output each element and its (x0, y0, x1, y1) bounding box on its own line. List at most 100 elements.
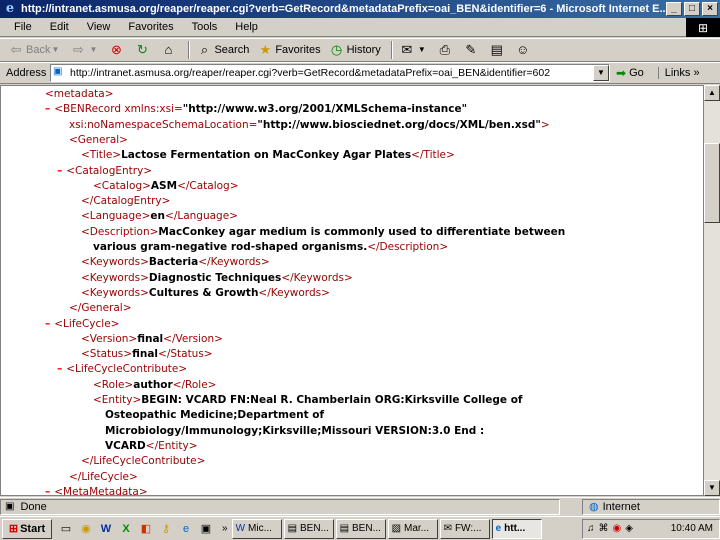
back-button[interactable]: ⇦ Back ▼ (8, 42, 62, 58)
xml-markup: <LifeCycle> (54, 317, 120, 330)
task-word[interactable]: W Mic... (231, 518, 282, 539)
messenger-button[interactable]: ☺ (515, 42, 533, 58)
menu-file[interactable]: File (14, 21, 32, 33)
title-bar: e http://intranet.asmusa.org/reaper/reap… (0, 0, 720, 18)
xml-value: final (132, 348, 159, 361)
close-button[interactable]: × (702, 2, 718, 16)
task-ben-2[interactable]: ▤ BEN... (335, 518, 386, 539)
desktop-icon[interactable]: ▭ (58, 521, 74, 537)
powerpoint-icon[interactable]: ◧ (138, 521, 154, 537)
internet-globe-icon: ◍ (589, 501, 599, 513)
xml-markup: </Version> (163, 332, 223, 345)
address-text[interactable]: http://intranet.asmusa.org/reaper/reaper… (70, 67, 593, 79)
excel-icon[interactable]: X (118, 521, 134, 537)
search-button[interactable]: ⌕ Search (196, 42, 250, 58)
xml-line: VCARD</Entity> (105, 439, 198, 454)
collapse-toggle[interactable]: – (45, 103, 50, 115)
discuss-icon: ▤ (490, 42, 503, 57)
discuss-button[interactable]: ▤ (489, 42, 507, 58)
menu-favorites[interactable]: Favorites (128, 21, 173, 33)
go-button[interactable]: ➡ Go (616, 66, 644, 80)
network-icon[interactable]: ⌘ (599, 523, 609, 534)
xml-line: </LifeCycle> (69, 470, 138, 485)
scroll-thumb[interactable] (704, 143, 720, 223)
scroll-down-button[interactable]: ▼ (704, 480, 720, 496)
xml-value: author (133, 378, 173, 391)
address-dropdown-button[interactable]: ▼ (593, 65, 609, 81)
xml-markup: <BENRecord (54, 103, 125, 116)
xml-markup: <Status> (81, 348, 133, 361)
minimize-button[interactable]: _ (666, 2, 682, 16)
xml-markup: <MetaMetadata> (54, 485, 148, 496)
task-ben-1[interactable]: ▤ BEN... (283, 518, 334, 539)
xml-document-view[interactable]: <metadata> – <BENRecord xmlns:xsi="http://… (0, 85, 704, 496)
refresh-button[interactable]: ↻ (134, 42, 152, 58)
xml-line: <Keywords>Diagnostic Techniques</Keyword… (81, 271, 353, 286)
page-done-icon: ▣ (5, 501, 15, 512)
word-icon[interactable]: W (98, 521, 114, 537)
xml-markup: </General> (69, 302, 132, 315)
status-message: ▣ Done (0, 498, 560, 515)
word-task-icon: W (235, 523, 246, 534)
antivirus-icon[interactable]: ◉ (613, 523, 622, 534)
home-button[interactable]: ⌂ (160, 42, 178, 58)
refresh-icon: ↻ (137, 42, 148, 57)
menu-help[interactable]: Help (235, 21, 258, 33)
task-mar[interactable]: ▧ Mar... (387, 518, 438, 539)
speaker-icon[interactable]: ♫ (587, 523, 595, 534)
mail-button[interactable]: ✉ ▼ (399, 42, 429, 58)
collapse-toggle[interactable]: – (45, 318, 50, 330)
edit-button[interactable]: ✎ (463, 42, 481, 58)
xml-markup: > (540, 118, 550, 131)
stop-button[interactable]: ⊗ (108, 42, 126, 58)
collapse-toggle[interactable]: – (57, 363, 62, 375)
toolbar-separator (188, 41, 191, 59)
menu-tools[interactable]: Tools (192, 21, 218, 33)
start-button[interactable]: ⊞ Start (2, 518, 52, 539)
task-ie[interactable]: e htt... (491, 518, 542, 539)
menu-edit[interactable]: Edit (50, 21, 69, 33)
chevron-down-icon: ▼ (51, 45, 60, 54)
ie-task-icon: e (495, 523, 502, 534)
clock: 10:40 AM (670, 523, 713, 534)
address-input[interactable]: ▣ http://intranet.asmusa.org/reaper/reap… (50, 64, 610, 82)
xml-value: Microbiology/Immunology;Kirksville;Misso… (105, 424, 485, 437)
xml-value: final (137, 332, 164, 345)
xml-line: – <LifeCycle> (45, 317, 119, 332)
menu-view[interactable]: View (87, 21, 111, 33)
key-icon[interactable]: ⚷ (158, 521, 174, 537)
xml-line: <Status>final</Status> (81, 347, 213, 362)
quick-launch-overflow[interactable]: » (222, 523, 228, 534)
ie-quicklaunch-icon[interactable]: e (178, 521, 194, 537)
home-icon: ⌂ (164, 42, 173, 57)
collapse-toggle[interactable]: – (57, 165, 62, 177)
mail-icon: ✉ (401, 42, 413, 57)
xml-line: <Version>final</Version> (81, 332, 223, 347)
history-button[interactable]: ◷ History (329, 42, 381, 58)
xml-value: MacConkey agar medium is commonly used t… (158, 225, 566, 238)
windows-flag-icon: ⊞ (8, 523, 19, 535)
vertical-scrollbar[interactable]: ▲ ▼ (704, 85, 720, 496)
favorites-folder-icon: ★ (259, 42, 272, 57)
xml-line: Osteopathic Medicine;Department of (105, 408, 324, 423)
outlook-icon[interactable]: ◉ (78, 521, 94, 537)
shield-icon[interactable]: ◈ (625, 523, 633, 534)
xml-line: – <MetaMetadata> (45, 485, 148, 496)
maximize-button[interactable]: □ (684, 2, 700, 16)
xml-markup: <LifeCycleContribute> (66, 363, 188, 376)
printer-icon: ⎙ (439, 42, 451, 57)
favorites-button[interactable]: ★ Favorites (257, 42, 321, 58)
window-controls: _ □ × (666, 2, 718, 16)
media-icon[interactable]: ▣ (198, 521, 214, 537)
system-tray: ♫ ⌘ ◉ ◈ 10:40 AM (582, 518, 720, 539)
task-fw[interactable]: ✉ FW:... (439, 518, 490, 539)
windows-logo-icon: ⊞ (686, 18, 720, 37)
scroll-up-button[interactable]: ▲ (704, 85, 720, 101)
links-button[interactable]: Links » (657, 67, 700, 79)
forward-button[interactable]: ⇨ ▼ (70, 42, 100, 58)
print-button[interactable]: ⎙ (437, 42, 455, 58)
mail-icon: ✉ (443, 523, 452, 534)
xml-line: – <BENRecord xmlns:xsi="http://www.w3.org… (45, 102, 467, 117)
collapse-toggle[interactable]: – (45, 486, 50, 495)
xml-markup: </LifeCycle> (69, 470, 138, 483)
